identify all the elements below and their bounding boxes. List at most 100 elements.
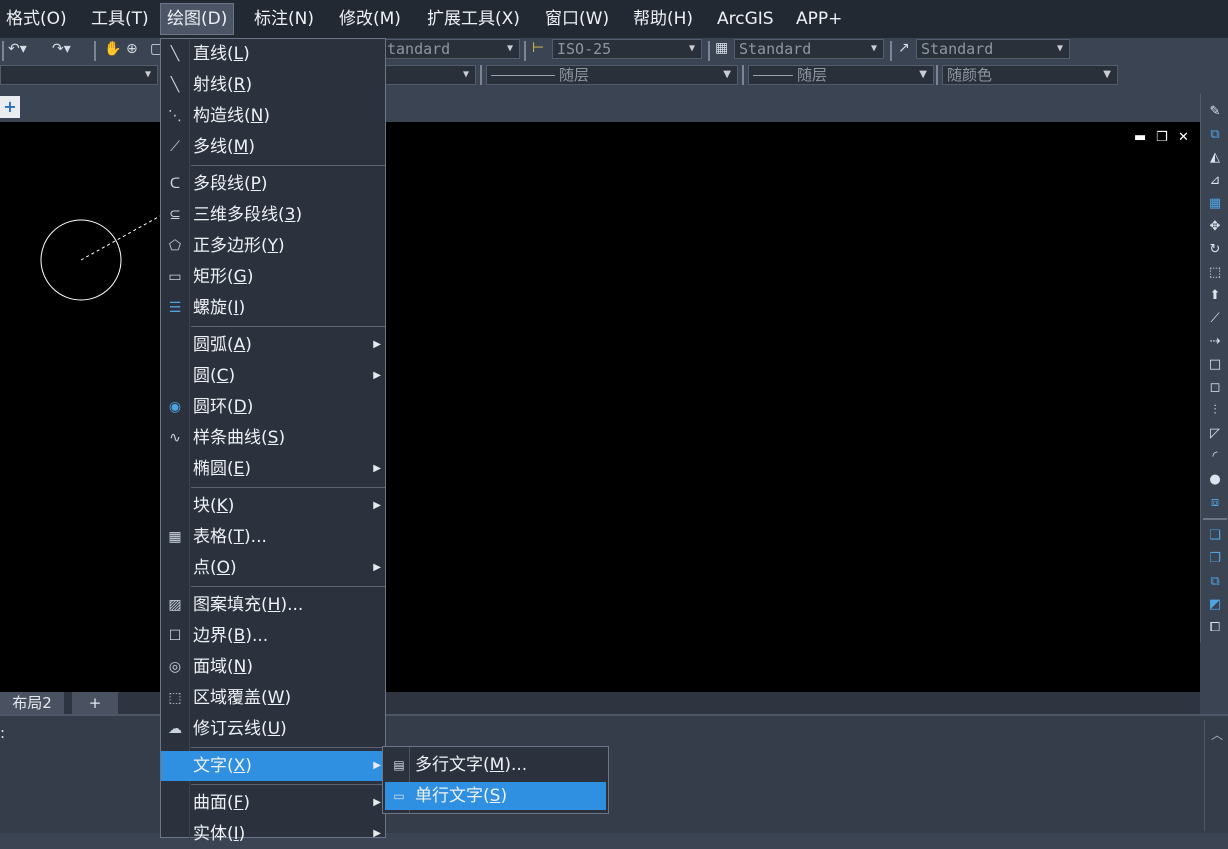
menu-item-3d-polyline[interactable]: ⊆ 三维多段线(3) — [161, 200, 385, 230]
linetype-combo[interactable]: 随层 ▼ — [486, 65, 738, 85]
menu-item-xline[interactable]: ⋱ 构造线(N) — [161, 101, 385, 131]
menu-item-block[interactable]: 块(K) ▶ — [161, 491, 385, 521]
multileader-style-value: Standard — [921, 40, 994, 58]
menu-arcgis[interactable]: ArcGIS — [711, 4, 780, 34]
menu-item-donut[interactable]: ◉ 圆环(D) — [161, 392, 385, 422]
menu-item-label: 三维多段线(3) — [193, 205, 303, 225]
menu-item-multiline[interactable]: ⟋ 多线(M) — [161, 132, 385, 162]
menu-separator — [191, 586, 385, 587]
dim-style-value: ISO-25 — [557, 40, 612, 58]
submenu-item-dtext[interactable]: ▭ 单行文字(S) — [385, 782, 606, 810]
menu-separator — [191, 784, 385, 785]
undo-icon[interactable]: ↶▾ — [8, 41, 27, 57]
minimize-icon[interactable]: ▬ — [1134, 130, 1146, 145]
menu-item-wipeout[interactable]: ⬚ 区域覆盖(W) — [161, 683, 385, 713]
tab-layout2[interactable]: 布局2 — [0, 692, 64, 714]
menu-item-table[interactable]: ▦ 表格(T)... — [161, 522, 385, 552]
restore-icon[interactable]: ❐ — [1156, 130, 1168, 145]
menu-item-label: 圆环(D) — [193, 397, 254, 417]
tab-add-layout[interactable]: + — [72, 692, 118, 714]
array-icon[interactable]: ▦ — [1207, 196, 1223, 212]
plot-color-combo[interactable]: 随颜色 ▼ — [942, 65, 1118, 85]
scroll-up-icon[interactable]: ︿ — [1211, 726, 1223, 743]
menu-item-surface[interactable]: 曲面(F) ▶ — [161, 788, 385, 818]
new-drawing-tab-plus-icon[interactable]: + — [0, 96, 20, 118]
menu-item-rectangle[interactable]: ▭ 矩形(G) — [161, 262, 385, 292]
menu-item-ellipse[interactable]: 椭圆(E) ▶ — [161, 454, 385, 484]
rotate-icon[interactable]: ↻ — [1207, 242, 1223, 258]
chevron-down-icon: ▼ — [506, 43, 513, 54]
extend-icon[interactable]: ⇢ — [1207, 334, 1223, 350]
menu-item-arc[interactable]: 圆弧(A) ▶ — [161, 330, 385, 360]
copy-icon[interactable]: ⧉ — [1207, 127, 1223, 143]
polyline-icon: ᑕ — [169, 176, 181, 192]
menu-item-revcloud[interactable]: ☁ 修订云线(U) — [161, 714, 385, 744]
text-style-combo[interactable]: tandard ▼ — [382, 39, 520, 59]
menu-format[interactable]: 格式(O) — [0, 4, 73, 34]
menu-item-label: 点(O) — [193, 558, 237, 578]
menu-item-region[interactable]: ◎ 面域(N) — [161, 652, 385, 682]
menu-item-hatch[interactable]: ▨ 图案填充(H)... — [161, 590, 385, 620]
draworder-back-icon[interactable]: ❐ — [1207, 551, 1223, 567]
color-layer-combo[interactable]: ▼ — [382, 65, 476, 85]
menu-window[interactable]: 窗口(W) — [539, 4, 615, 34]
table-style-combo[interactable]: Standard ▼ — [734, 39, 884, 59]
redo-icon[interactable]: ↷▾ — [52, 41, 71, 57]
pan-icon[interactable]: ✋ — [104, 41, 121, 57]
menu-item-boundary[interactable]: ☐ 边界(B)... — [161, 621, 385, 651]
menu-item-label: 修订云线(U) — [193, 719, 287, 739]
command-scrollbar[interactable]: ︿ — [1204, 720, 1228, 831]
lineweight-combo[interactable]: 随层 ▼ — [748, 65, 934, 85]
menu-tools[interactable]: 工具(T) — [85, 4, 155, 34]
mirror-icon[interactable]: ◭ — [1207, 150, 1223, 166]
erase-icon[interactable]: ✎ — [1207, 104, 1223, 120]
menu-item-point[interactable]: 点(O) ▶ — [161, 553, 385, 583]
menu-item-polygon[interactable]: ⬠ 正多边形(Y) — [161, 231, 385, 261]
chamfer-icon[interactable]: ◸ — [1207, 426, 1223, 442]
menu-item-ray[interactable]: ╲ 射线(R) — [161, 70, 385, 100]
offset-icon[interactable]: ⊿ — [1207, 173, 1223, 189]
menu-modify[interactable]: 修改(M) — [333, 4, 407, 34]
draworder-front-icon[interactable]: ❏ — [1207, 528, 1223, 544]
layer-combo[interactable]: ▼ — [0, 65, 158, 85]
draworder-under-icon[interactable]: ◩ — [1207, 597, 1223, 613]
blend-icon[interactable]: ● — [1207, 472, 1223, 488]
zoom-icon[interactable]: ⊕ — [126, 41, 138, 57]
explode-icon[interactable]: ⧈ — [1207, 495, 1223, 511]
dim-style-combo[interactable]: ISO-25 ▼ — [552, 39, 702, 59]
toolbar-separator — [94, 41, 96, 61]
stretch-icon[interactable]: ⬆ — [1207, 288, 1223, 304]
menu-dimension[interactable]: 标注(N) — [248, 4, 320, 34]
draworder-text-icon[interactable]: ⧠ — [1207, 620, 1223, 636]
plot-color-value: 随颜色 — [947, 66, 993, 84]
submenu-arrow-icon: ▶ — [373, 828, 381, 839]
submenu-arrow-icon: ▶ — [373, 562, 381, 573]
menu-draw[interactable]: 绘图(D) — [159, 3, 235, 35]
chevron-down-icon: ▼ — [919, 69, 927, 80]
menu-extension-tools[interactable]: 扩展工具(X) — [421, 4, 526, 34]
menu-app-plus[interactable]: APP+ — [790, 4, 848, 34]
menu-item-spline[interactable]: ∿ 样条曲线(S) — [161, 423, 385, 453]
menu-item-helix[interactable]: ☰ 螺旋(I) — [161, 293, 385, 323]
fillet-icon[interactable]: ◜ — [1207, 449, 1223, 465]
trim-icon[interactable]: ⟋ — [1207, 311, 1223, 327]
menu-help[interactable]: 帮助(H) — [627, 4, 699, 34]
draworder-above-icon[interactable]: ⧉ — [1207, 574, 1223, 590]
close-icon[interactable]: ✕ — [1178, 130, 1189, 145]
submenu-item-mtext[interactable]: ▤ 多行文字(M)... — [385, 751, 606, 779]
join-icon[interactable]: ⫶ — [1207, 403, 1223, 419]
menu-item-polyline[interactable]: ᑕ 多段线(P) — [161, 169, 385, 199]
polygon-icon: ⬠ — [168, 238, 182, 254]
break-icon[interactable]: ◻ — [1207, 380, 1223, 396]
scale-icon[interactable]: ⬚ — [1207, 265, 1223, 281]
move-icon[interactable]: ✥ — [1207, 219, 1223, 235]
menu-item-solid[interactable]: 实体(I) ▶ — [161, 819, 385, 849]
menu-item-label: 圆弧(A) — [193, 335, 252, 355]
menu-item-text[interactable]: 文字(X) ▶ — [161, 751, 385, 781]
multileader-style-combo[interactable]: Standard ▼ — [916, 39, 1070, 59]
line-icon: ╲ — [170, 46, 180, 62]
break-at-point-icon[interactable]: □ — [1207, 357, 1223, 373]
menu-item-label: 文字(X) — [193, 756, 252, 776]
menu-item-circle[interactable]: 圆(C) ▶ — [161, 361, 385, 391]
menu-item-line[interactable]: ╲ 直线(L) — [161, 39, 385, 69]
